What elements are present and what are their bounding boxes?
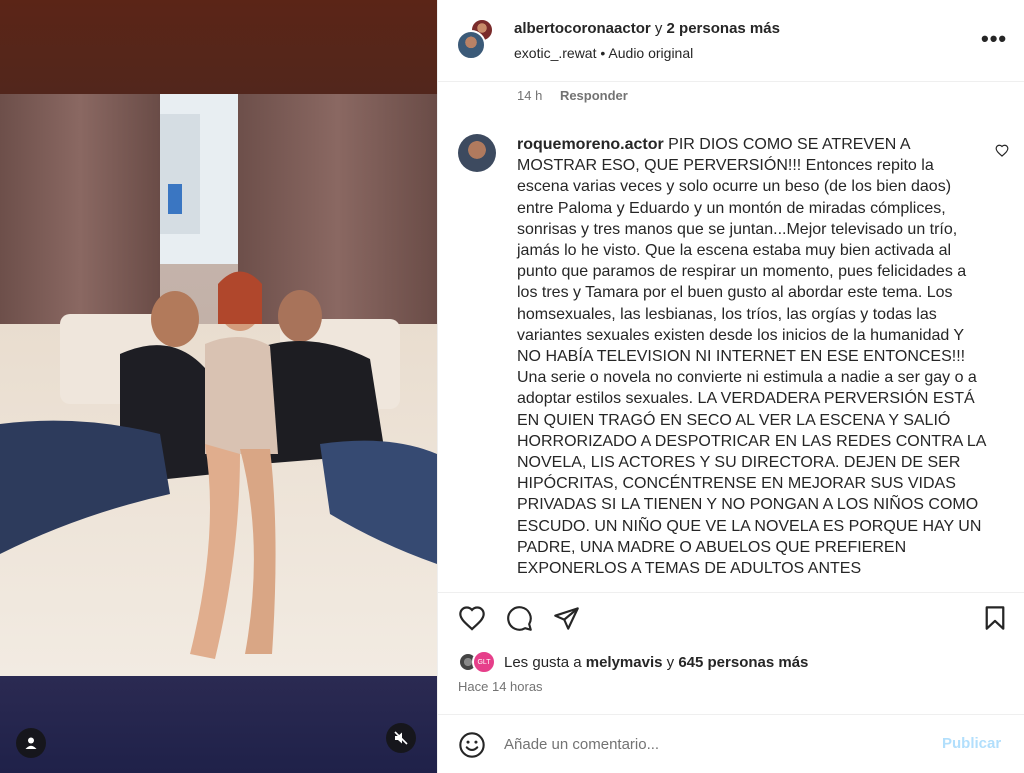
comment-button[interactable] (506, 605, 533, 637)
post-actions-bar (438, 592, 1024, 647)
liker-username[interactable]: melymavis (586, 654, 663, 671)
comment-bubble-icon (507, 606, 532, 631)
author-avatar-stack[interactable] (456, 18, 498, 60)
muted-speaker-icon (394, 731, 408, 745)
heart-icon (995, 144, 1009, 157)
reply-button[interactable]: Responder (560, 88, 628, 103)
audio-info: exotic_.rewat • Audio original (514, 45, 693, 61)
comment-item: roquemoreno.actor PIR DIOS COMO SE ATREV… (458, 132, 1013, 584)
coauthors-connector: y (654, 20, 663, 37)
author-username[interactable]: albertocoronaactor (514, 20, 651, 37)
post-media[interactable] (0, 0, 437, 773)
save-button[interactable] (983, 605, 1007, 636)
user-icon (25, 737, 37, 749)
audio-label[interactable]: Audio original (608, 45, 693, 61)
tagged-user-button[interactable] (16, 728, 46, 758)
comment-like-button[interactable] (995, 144, 1009, 162)
comment-body: roquemoreno.actor PIR DIOS COMO SE ATREV… (517, 134, 987, 579)
paper-plane-icon (554, 607, 579, 630)
heart-icon (459, 606, 485, 631)
likes-text: Les gusta a melymavis y 645 personas más (504, 654, 808, 671)
post-photo (0, 94, 437, 676)
publish-button[interactable]: Publicar (942, 735, 1001, 752)
post-timestamp: Hace 14 horas (458, 679, 543, 694)
comment-time: 14 h (517, 88, 543, 103)
likes-prefix: Les gusta a (504, 654, 582, 671)
comment-input[interactable] (504, 732, 924, 756)
liker-avatar-brand: GLT (472, 650, 496, 674)
audio-user[interactable]: exotic_.rewat (514, 45, 596, 61)
emoji-button[interactable] (458, 731, 486, 764)
post-authors: albertocoronaactor y 2 personas más (514, 20, 780, 37)
comment-text: PIR DIOS COMO SE ATREVEN A MOSTRAR ESO, … (517, 136, 986, 578)
coauthors-link[interactable]: 2 personas más (667, 20, 780, 37)
post-header: albertocoronaactor y 2 personas más exot… (438, 0, 1024, 82)
likes-count-link[interactable]: 645 personas más (678, 654, 808, 671)
commenter-avatar[interactable] (458, 134, 496, 172)
smiley-icon (459, 732, 485, 758)
like-button[interactable] (458, 605, 486, 636)
previous-comment-meta: 14 h Responder (517, 88, 628, 103)
commenter-username[interactable]: roquemoreno.actor (517, 136, 664, 153)
author-avatar (456, 30, 486, 60)
likes-connector: y (666, 654, 675, 671)
share-button[interactable] (553, 605, 580, 637)
add-comment-bar: Publicar (438, 714, 1024, 773)
media-bottom-band (0, 676, 437, 773)
more-options-button[interactable]: ••• (981, 26, 1007, 52)
audio-separator: • (600, 45, 606, 61)
media-top-band (0, 0, 437, 94)
post-details-panel: albertocoronaactor y 2 personas más exot… (437, 0, 1024, 773)
mute-button[interactable] (386, 723, 416, 753)
bookmark-icon (985, 606, 1005, 630)
